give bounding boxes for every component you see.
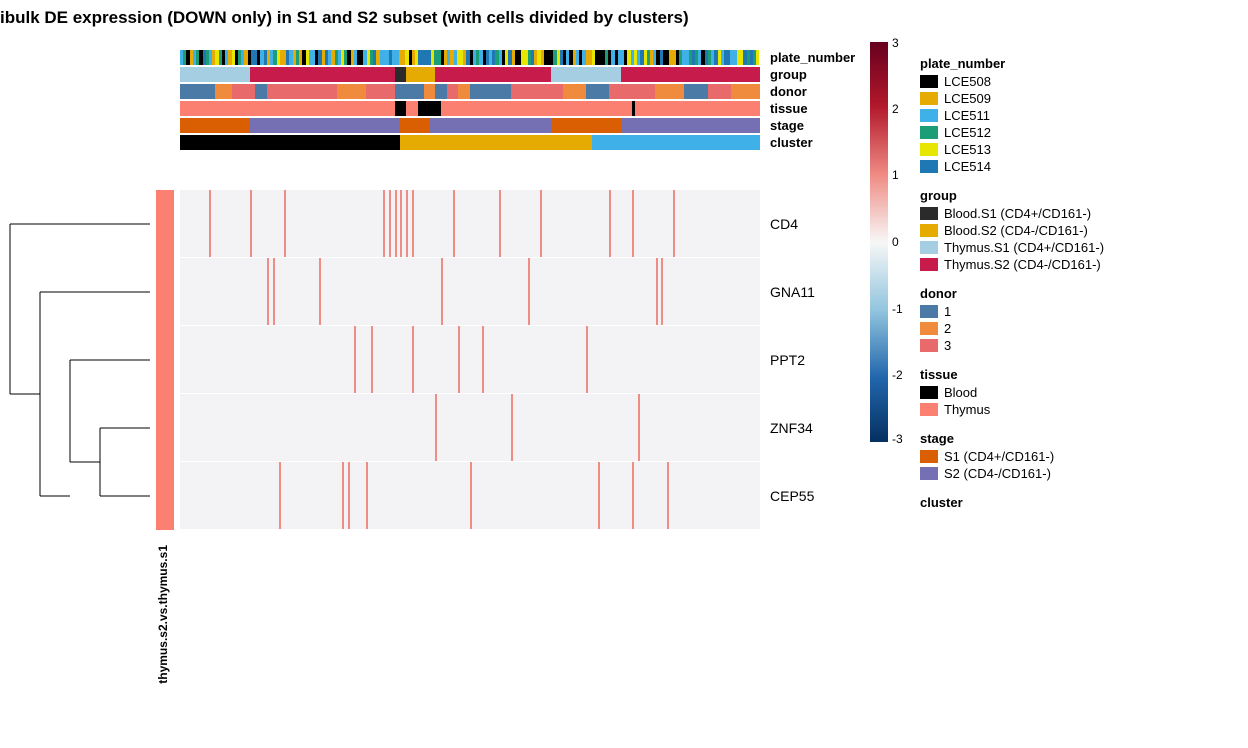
legend-label: 2 — [944, 321, 951, 336]
legend-entry: 3 — [920, 338, 1104, 353]
track-cluster — [180, 135, 760, 150]
colorbar: 3 2 1 0 -1 -2 -3 — [870, 42, 890, 445]
legend-title: tissue — [920, 367, 1104, 382]
legend-swatch — [920, 450, 938, 463]
legend-swatch — [920, 143, 938, 156]
heatmap-row — [180, 326, 760, 394]
legend-label: LCE512 — [944, 125, 991, 140]
track-group — [180, 67, 760, 82]
legend-label: S1 (CD4+/CD161-) — [944, 449, 1054, 464]
legend-swatch — [920, 126, 938, 139]
legend-label: Blood — [944, 385, 977, 400]
heatmap-body — [180, 190, 760, 530]
gene-label: CEP55 — [770, 462, 815, 530]
legend-swatch — [920, 305, 938, 318]
legend-label: Thymus.S1 (CD4+/CD161-) — [944, 240, 1104, 255]
gene-label: GNA11 — [770, 258, 815, 326]
legend-label: LCE509 — [944, 91, 991, 106]
legend-title: cluster — [920, 495, 1104, 510]
legend-label: LCE513 — [944, 142, 991, 157]
legend-label: Blood.S1 (CD4+/CD161-) — [944, 206, 1091, 221]
track-labels: plate_number group donor tissue stage cl… — [770, 50, 855, 152]
legend-label: LCE508 — [944, 74, 991, 89]
legend-label: Thymus — [944, 402, 990, 417]
column-annotation-tracks — [180, 50, 760, 152]
legend-entry: Blood.S1 (CD4+/CD161-) — [920, 206, 1104, 221]
legend-swatch — [920, 258, 938, 271]
row-dendrogram — [0, 190, 150, 530]
legend-title: stage — [920, 431, 1104, 446]
track-plate-number — [180, 50, 760, 65]
legend-entry: LCE508 — [920, 74, 1104, 89]
legend-entry: LCE514 — [920, 159, 1104, 174]
track-label: group — [770, 67, 855, 84]
legend-title: donor — [920, 286, 1104, 301]
heatmap-row — [180, 258, 760, 326]
track-stage — [180, 118, 760, 133]
gene-labels: CD4 GNA11 PPT2 ZNF34 CEP55 — [770, 190, 815, 530]
legend-title: group — [920, 188, 1104, 203]
heatmap-row — [180, 462, 760, 530]
page-title: ibulk DE expression (DOWN only) in S1 an… — [0, 8, 689, 28]
legend-swatch — [920, 403, 938, 416]
legend-panel: plate_number LCE508 LCE509 LCE511 LCE512 LCE5… — [920, 42, 1104, 513]
legend-label: Blood.S2 (CD4-/CD161-) — [944, 223, 1088, 238]
legend-swatch — [920, 467, 938, 480]
row-annotation-label: thymus.s2.vs.thymus.s1 — [156, 545, 174, 684]
legend-swatch — [920, 322, 938, 335]
legend-entry: LCE512 — [920, 125, 1104, 140]
gene-label: PPT2 — [770, 326, 815, 394]
heatmap-row — [180, 394, 760, 462]
legend-swatch — [920, 109, 938, 122]
track-label: cluster — [770, 135, 855, 152]
legend-entry: LCE513 — [920, 142, 1104, 157]
legend-swatch — [920, 339, 938, 352]
legend-swatch — [920, 92, 938, 105]
track-tissue — [180, 101, 760, 116]
legend-title: plate_number — [920, 56, 1104, 71]
legend-swatch — [920, 224, 938, 237]
row-annotation-bar — [156, 190, 174, 530]
legend-entry: 2 — [920, 321, 1104, 336]
legend-label: LCE514 — [944, 159, 991, 174]
legend-entry: Thymus — [920, 402, 1104, 417]
track-donor — [180, 84, 760, 99]
legend-entry: LCE511 — [920, 108, 1104, 123]
gene-label: CD4 — [770, 190, 815, 258]
heatmap-row — [180, 190, 760, 258]
legend-label: Thymus.S2 (CD4-/CD161-) — [944, 257, 1101, 272]
legend-entry: S2 (CD4-/CD161-) — [920, 466, 1104, 481]
track-label: stage — [770, 118, 855, 135]
legend-swatch — [920, 386, 938, 399]
legend-entry: Blood — [920, 385, 1104, 400]
track-label: tissue — [770, 101, 855, 118]
legend-entry: Thymus.S1 (CD4+/CD161-) — [920, 240, 1104, 255]
legend-swatch — [920, 75, 938, 88]
legend-entry: 1 — [920, 304, 1104, 319]
legend-entry: Blood.S2 (CD4-/CD161-) — [920, 223, 1104, 238]
legend-swatch — [920, 241, 938, 254]
legend-label: 3 — [944, 338, 951, 353]
gene-label: ZNF34 — [770, 394, 815, 462]
legend-entry: S1 (CD4+/CD161-) — [920, 449, 1104, 464]
legend-label: 1 — [944, 304, 951, 319]
legend-entry: Thymus.S2 (CD4-/CD161-) — [920, 257, 1104, 272]
track-label: plate_number — [770, 50, 855, 67]
legend-swatch — [920, 207, 938, 220]
track-label: donor — [770, 84, 855, 101]
legend-entry: LCE509 — [920, 91, 1104, 106]
legend-label: LCE511 — [944, 108, 990, 123]
legend-label: S2 (CD4-/CD161-) — [944, 466, 1051, 481]
legend-swatch — [920, 160, 938, 173]
